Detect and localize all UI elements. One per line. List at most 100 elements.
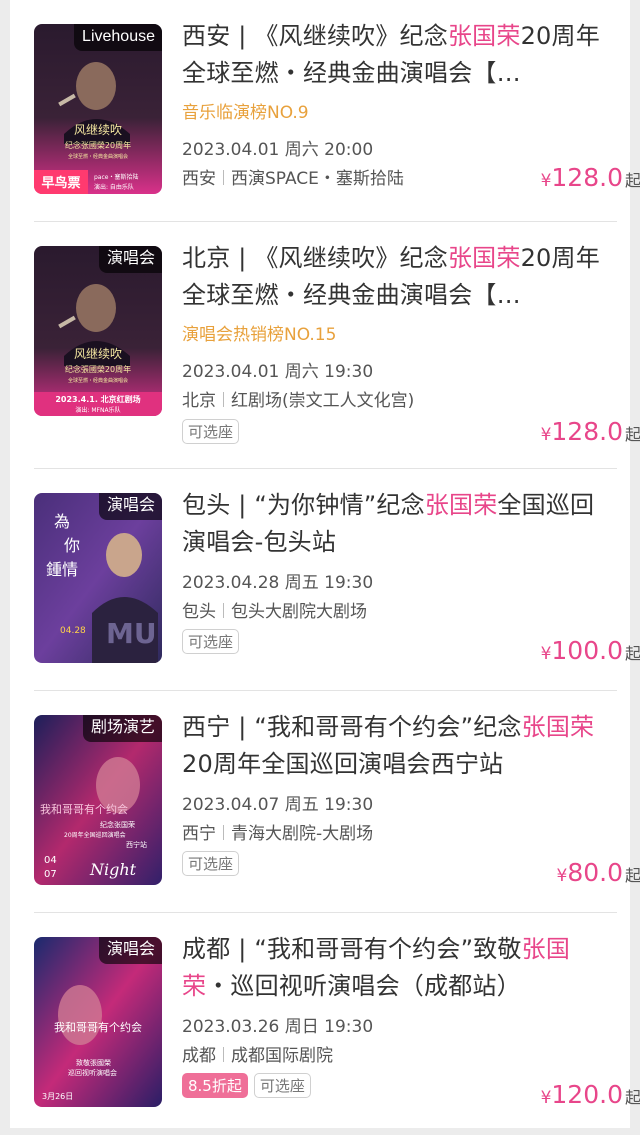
poster-title: 我和哥哥有个约会 xyxy=(40,802,128,816)
poster-venue: pace・塞斯拾陆 xyxy=(94,173,138,181)
category-tag: 演唱会 xyxy=(98,246,162,273)
show-info: 西宁 | “我和哥哥有个约会”纪念张国荣 20周年全国巡回演唱会西宁站 2023.… xyxy=(182,709,640,899)
poster-day: 07 xyxy=(44,869,57,880)
show-poster[interactable]: 為 你 鍾情 04.28 MU 演唱会 xyxy=(34,493,162,663)
poster-title: 鍾情 xyxy=(46,560,78,579)
category-tag: 演唱会 xyxy=(98,493,162,520)
show-item[interactable]: 我和哥哥有个约会 致敬張國榮 巡回视听演唱会 3月26日 演唱会 成都 | “我… xyxy=(34,913,640,1135)
show-poster[interactable]: 我和哥哥有个约会 纪念张国荣 20周年全国巡回演唱会 西宁站 04 07 Nig… xyxy=(34,715,162,885)
show-price: ¥128.0 起 xyxy=(540,417,640,446)
poster-date: 3月26日 xyxy=(42,1092,73,1101)
show-item[interactable]: 我和哥哥有个约会 纪念张国荣 20周年全国巡回演唱会 西宁站 04 07 Nig… xyxy=(34,691,640,913)
title-text: 西宁 | “我和哥哥有个约会”纪念 xyxy=(182,713,522,741)
badge-row: 8.5折起 可选座 xyxy=(182,1073,311,1098)
rank-label: 演唱会热销榜NO.15 xyxy=(182,325,337,345)
badge-row: 可选座 xyxy=(182,419,240,444)
show-info: 北京 | 《风继续吹》纪念张国荣20周年全球至燃・经典金曲演唱会【… 演唱会热销… xyxy=(182,240,640,446)
show-info: 包头 | “为你钟情”纪念张国荣全国巡回演唱会-包头站 2023.04.28 周… xyxy=(182,487,640,677)
show-item[interactable]: 為 你 鍾情 04.28 MU 演唱会 包头 | “为你钟情”纪念张国荣全国巡回… xyxy=(34,469,640,691)
venue-divider xyxy=(223,603,224,618)
show-title[interactable]: 北京 | 《风继续吹》纪念张国荣20周年全球至燃・经典金曲演唱会【… xyxy=(182,240,617,314)
seat-selection-badge: 可选座 xyxy=(253,1073,311,1098)
venue-name: 西演SPACE・塞斯拾陆 xyxy=(231,169,404,189)
show-title[interactable]: 包头 | “为你钟情”纪念张国荣全国巡回演唱会-包头站 xyxy=(182,487,617,561)
show-item[interactable]: 风继续吹 纪念張國榮20周年 全球至燃・经典金曲演唱会 2023.4.1. 北京… xyxy=(34,222,640,469)
show-price: ¥80.0 起 xyxy=(556,858,640,887)
show-price: ¥128.0 起 xyxy=(540,163,640,192)
rank-label: 音乐临演榜NO.9 xyxy=(182,103,309,123)
show-venue: 西安 西演SPACE・塞斯拾陆 xyxy=(182,164,404,189)
poster-subtitle: 纪念张國榮20周年 xyxy=(65,140,131,150)
seat-selection-badge: 可选座 xyxy=(182,629,240,654)
poster-script: Night xyxy=(89,860,137,879)
show-poster[interactable]: 我和哥哥有个约会 致敬張國榮 巡回视听演唱会 3月26日 演唱会 xyxy=(34,937,162,1107)
discount-badge: 8.5折起 xyxy=(182,1073,248,1098)
title-text: 西安 | 《风继续吹》纪念 xyxy=(182,22,448,50)
title-highlight: 张国荣 xyxy=(447,244,521,272)
title-text: ・巡回视听演唱会（成都站） xyxy=(206,972,521,1000)
venue-divider xyxy=(223,1047,224,1062)
seat-selection-badge: 可选座 xyxy=(182,419,240,444)
show-date: 2023.04.01 周六 20:00 xyxy=(182,140,374,160)
show-poster[interactable]: 风继续吹 纪念張國榮20周年 全球至燃・经典金曲演唱会 2023.4.1. 北京… xyxy=(34,246,162,416)
poster-date-venue: 2023.4.1. 北京红剧场 xyxy=(55,394,140,404)
venue-name: 青海大剧院-大剧场 xyxy=(231,824,374,844)
venue-city: 成都 xyxy=(182,1046,216,1066)
show-venue: 西宁 青海大剧院-大剧场 xyxy=(182,819,373,844)
poster-caption: 全球至燃・经典金曲演唱会 xyxy=(68,153,128,160)
poster-performer: 演出: MFNA乐队 xyxy=(75,406,120,414)
show-title[interactable]: 西宁 | “我和哥哥有个约会”纪念张国荣 20周年全国巡回演唱会西宁站 xyxy=(182,709,617,783)
show-list: 风继续吹 纪念张國榮20周年 全球至燃・经典金曲演唱会 早鸟票 pace・塞斯拾… xyxy=(10,0,640,1128)
venue-divider xyxy=(223,825,224,840)
title-text: 包头 | “为你钟情”纪念 xyxy=(182,491,425,519)
show-item[interactable]: 风继续吹 纪念张國榮20周年 全球至燃・经典金曲演唱会 早鸟票 pace・塞斯拾… xyxy=(34,0,640,222)
show-venue: 成都 成都国际剧院 xyxy=(182,1041,333,1066)
poster-caption: 巡回视听演唱会 xyxy=(68,1068,117,1077)
poster-date: 04.28 xyxy=(60,626,86,636)
title-text: 成都 | “我和哥哥有个约会”致敬 xyxy=(182,935,522,963)
title-highlight: 张国荣 xyxy=(521,713,595,741)
show-date: 2023.04.28 周五 19:30 xyxy=(182,573,374,593)
poster-title: 你 xyxy=(64,536,80,555)
poster-early-bird: 早鸟票 xyxy=(41,175,80,191)
title-highlight: 张国荣 xyxy=(447,22,521,50)
badge-row: 可选座 xyxy=(182,851,240,876)
poster-title: 风继续吹 xyxy=(74,123,122,137)
venue-city: 西安 xyxy=(182,169,216,189)
show-title[interactable]: 成都 | “我和哥哥有个约会”致敬张国荣・巡回视听演唱会（成都站） xyxy=(182,931,617,1005)
show-poster[interactable]: 风继续吹 纪念张國榮20周年 全球至燃・经典金曲演唱会 早鸟票 pace・塞斯拾… xyxy=(34,24,162,194)
poster-title: 為 xyxy=(54,512,70,531)
poster-title: 风继续吹 xyxy=(74,347,122,361)
poster-caption: 20周年全国巡回演唱会 xyxy=(64,831,126,839)
show-price: ¥120.0 起 xyxy=(540,1080,640,1109)
badge-row: 可选座 xyxy=(182,629,240,654)
poster-title: 我和哥哥有个约会 xyxy=(54,1020,142,1034)
category-tag: Livehouse xyxy=(74,24,162,51)
venue-city: 包头 xyxy=(182,602,216,622)
title-text: 北京 | 《风继续吹》纪念 xyxy=(182,244,448,272)
show-venue: 北京 红剧场(崇文工人文化宫) xyxy=(182,386,414,411)
poster-deco-text: MU xyxy=(106,617,157,650)
venue-name: 包头大剧院大剧场 xyxy=(231,602,367,622)
title-text: 20周年全国巡回演唱会西宁站 xyxy=(182,750,504,778)
venue-divider xyxy=(223,392,224,407)
venue-city: 西宁 xyxy=(182,824,216,844)
title-highlight: 张国荣 xyxy=(424,491,498,519)
poster-stop: 西宁站 xyxy=(126,840,147,849)
category-tag: 演唱会 xyxy=(98,937,162,964)
show-date: 2023.04.01 周六 19:30 xyxy=(182,362,374,382)
venue-name: 成都国际剧院 xyxy=(231,1046,333,1066)
show-date: 2023.04.07 周五 19:30 xyxy=(182,795,374,815)
show-info: 成都 | “我和哥哥有个约会”致敬张国荣・巡回视听演唱会（成都站） 2023.0… xyxy=(182,931,640,1121)
show-date: 2023.03.26 周日 19:30 xyxy=(182,1017,374,1037)
poster-performer: 演出: 自由乐队 xyxy=(94,183,134,191)
show-title[interactable]: 西安 | 《风继续吹》纪念张国荣20周年全球至燃・经典金曲演唱会【… xyxy=(182,18,617,92)
seat-selection-badge: 可选座 xyxy=(182,851,240,876)
poster-subtitle: 纪念張國榮20周年 xyxy=(65,364,131,374)
show-price: ¥100.0 起 xyxy=(540,636,640,665)
category-tag: 剧场演艺 xyxy=(82,715,162,742)
poster-subtitle: 致敬張國榮 xyxy=(76,1058,111,1067)
venue-divider xyxy=(223,170,224,185)
poster-month: 04 xyxy=(44,855,57,866)
show-info: 西安 | 《风继续吹》纪念张国荣20周年全球至燃・经典金曲演唱会【… 音乐临演榜… xyxy=(182,18,640,208)
